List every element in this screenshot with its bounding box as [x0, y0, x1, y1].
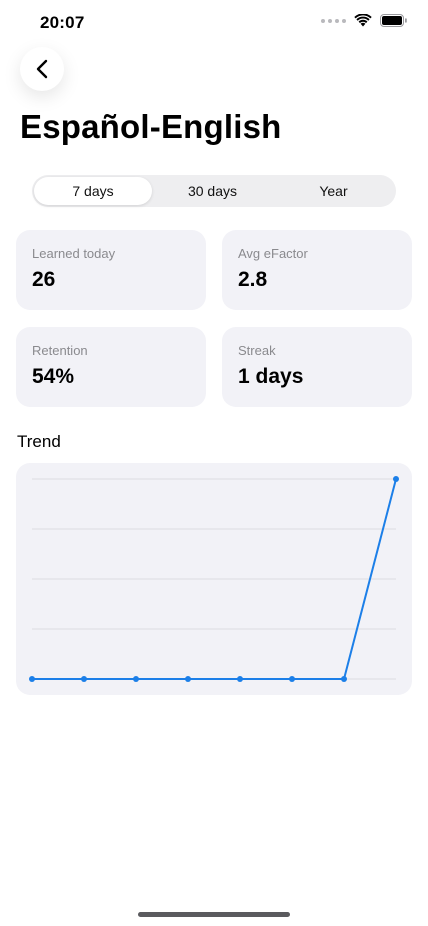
stat-card-streak: Streak 1 days: [222, 327, 412, 407]
stat-card-learned-today: Learned today 26: [16, 230, 206, 310]
stat-value: 1 days: [238, 365, 304, 388]
stat-label: Avg eFactor: [238, 246, 308, 261]
trend-title: Trend: [17, 432, 61, 451]
trend-chart-card: [16, 463, 412, 695]
trend-data-point: [81, 676, 87, 682]
status-time: 20:07: [40, 13, 85, 32]
trend-data-point: [289, 676, 295, 682]
cellular-signal-icon: [321, 18, 346, 23]
stat-value: 26: [32, 268, 56, 291]
stat-value: 2.8: [238, 268, 268, 291]
page-title: Español-English: [20, 108, 282, 145]
wifi-icon: [354, 14, 372, 27]
stat-label: Retention: [32, 343, 88, 358]
back-button[interactable]: [20, 47, 64, 91]
range-segmented-control: 7 days 30 days Year: [32, 175, 396, 207]
chevron-left-icon: [36, 59, 48, 79]
tab-30-days[interactable]: 30 days: [152, 177, 273, 205]
stat-card-retention: Retention 54%: [16, 327, 206, 407]
trend-data-point: [393, 476, 399, 482]
tab-7-days[interactable]: 7 days: [34, 177, 152, 205]
trend-data-point: [29, 676, 35, 682]
trend-data-point: [237, 676, 243, 682]
home-indicator: [138, 912, 290, 917]
trend-chart: [29, 476, 399, 682]
screen: 20:07 Español-English 7 days 30 days Yea…: [0, 0, 428, 926]
trend-data-point: [185, 676, 191, 682]
status-icons: [321, 14, 408, 27]
trend-data-point: [133, 676, 139, 682]
stat-label: Streak: [238, 343, 276, 358]
stat-label: Learned today: [32, 246, 116, 261]
stat-value: 54%: [32, 365, 75, 388]
battery-icon: [380, 14, 407, 27]
trend-data-point: [341, 676, 347, 682]
stat-card-avg-efactor: Avg eFactor 2.8: [222, 230, 412, 310]
tab-year[interactable]: Year: [273, 177, 394, 205]
